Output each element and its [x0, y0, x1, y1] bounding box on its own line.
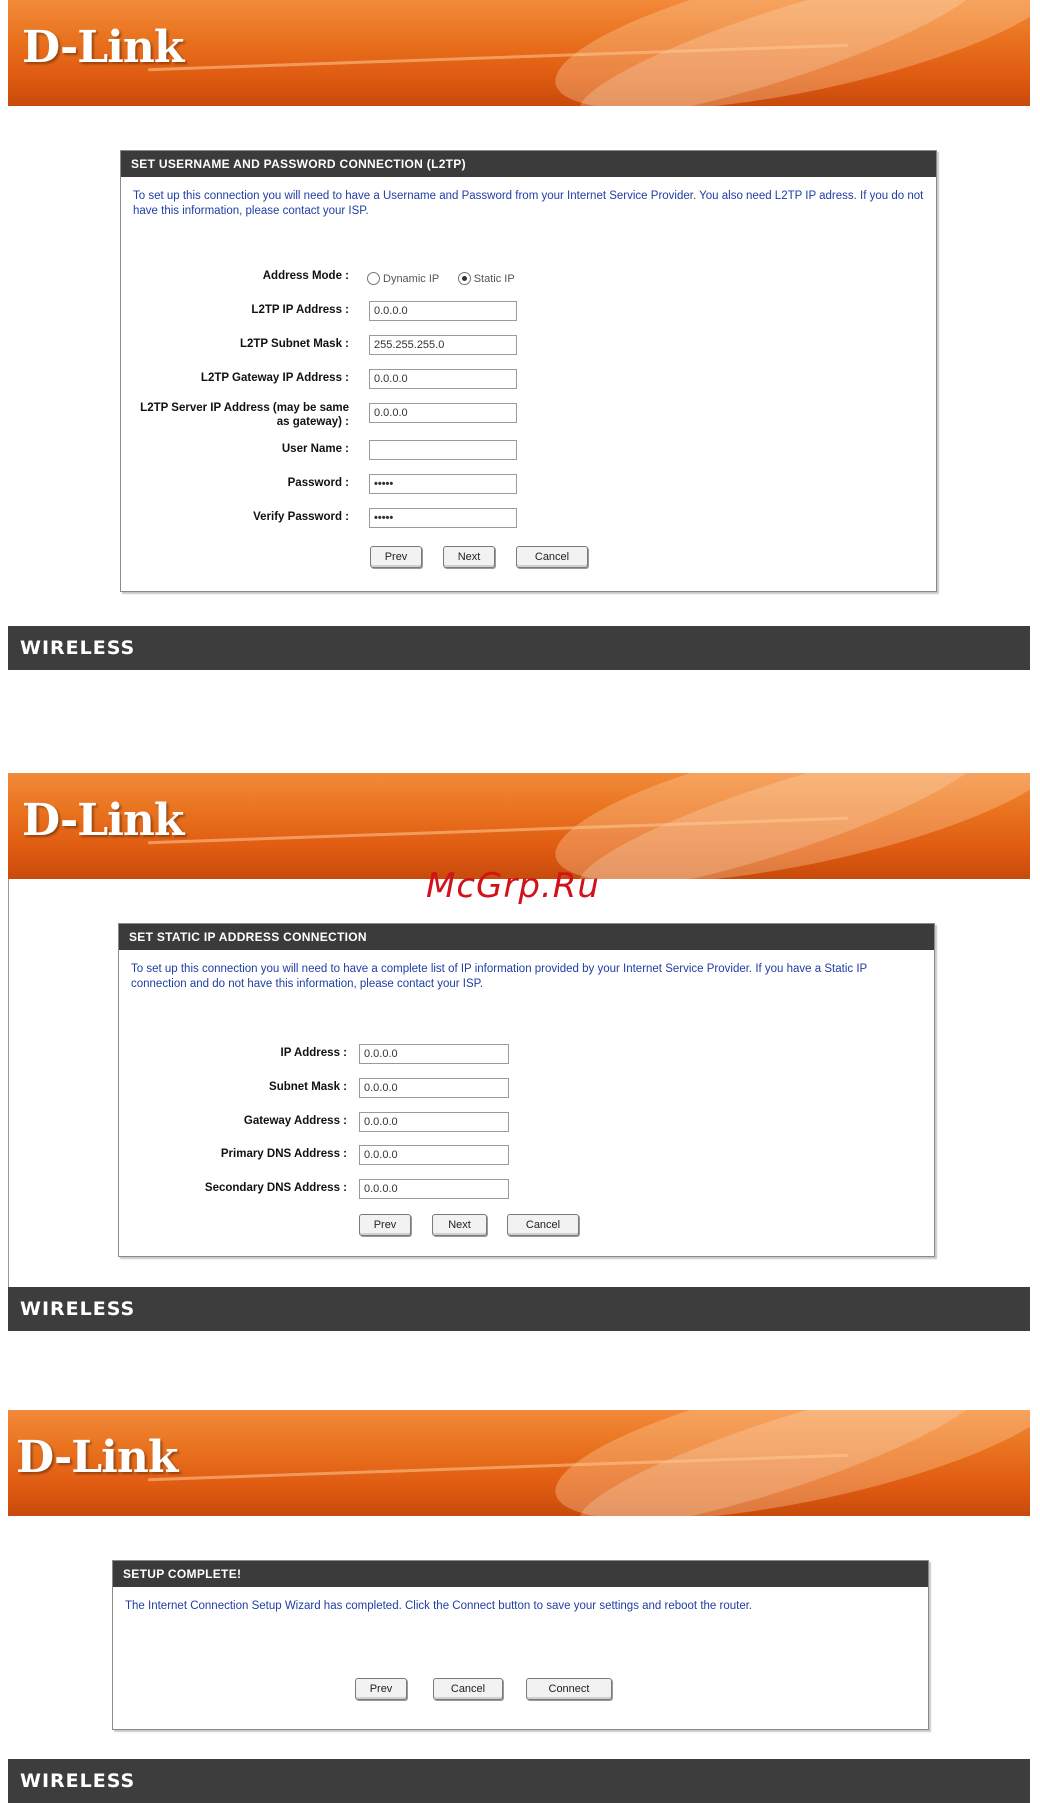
prev-button[interactable]: Prev	[355, 1678, 407, 1700]
verify-password-input[interactable]	[369, 508, 517, 528]
panel-description: To set up this connection you will need …	[131, 963, 867, 990]
watermark: McGrp.Ru	[426, 866, 600, 906]
prev-button[interactable]: Prev	[370, 546, 422, 568]
dlink-logo: D-Link	[22, 22, 184, 73]
l2tp-gateway-label: L2TP Gateway IP Address :	[200, 372, 349, 384]
footer-label: WIRELESS	[20, 637, 136, 659]
cancel-button[interactable]: Cancel	[507, 1214, 579, 1236]
l2tp-screen: D-Link SET USERNAME AND PASSWORD CONNECT…	[8, 0, 1030, 672]
dlink-banner: D-Link	[8, 773, 1030, 879]
dynamic-ip-radio[interactable]	[367, 272, 380, 286]
prev-button[interactable]: Prev	[359, 1214, 411, 1236]
footer-label: WIRELESS	[20, 1298, 136, 1320]
l2tp-subnet-label: L2TP Subnet Mask :	[239, 338, 349, 350]
gateway-address-input[interactable]	[359, 1112, 509, 1132]
panel-title: SET USERNAME AND PASSWORD CONNECTION (L2…	[121, 151, 936, 177]
static-ip-radio[interactable]	[457, 272, 471, 286]
dlink-banner: D-Link	[8, 1410, 1030, 1516]
l2tp-gateway-input[interactable]	[369, 369, 517, 389]
static-ip-label: Static IP	[473, 272, 515, 285]
next-button[interactable]: Next	[432, 1214, 487, 1236]
l2tp-server-input[interactable]	[369, 403, 517, 423]
panel-description: To set up this connection you will need …	[133, 190, 924, 217]
dlink-logo: D-Link	[22, 795, 184, 846]
setup-complete-screen: D-Link SETUP COMPLETE! The Internet Conn…	[8, 1410, 1030, 1803]
setup-complete-panel: SETUP COMPLETE! The Internet Connection …	[112, 1560, 929, 1730]
ip-address-label: IP Address :	[280, 1047, 347, 1059]
static-ip-screen: D-Link SET STATIC IP ADDRESS CONNECTION …	[8, 773, 1030, 1331]
dynamic-ip-label: Dynamic IP	[383, 272, 440, 285]
address-mode-row: Address Mode : Dynamic IP Static IP	[121, 270, 921, 294]
l2tp-server-label: L2TP Server IP Address (may be same as g…	[140, 402, 349, 428]
username-input[interactable]	[369, 440, 517, 460]
cancel-button[interactable]: Cancel	[516, 546, 588, 568]
panel-title: SET STATIC IP ADDRESS CONNECTION	[119, 924, 934, 950]
subnet-mask-input[interactable]	[359, 1078, 509, 1098]
l2tp-ip-label: L2TP IP Address :	[251, 304, 349, 316]
primary-dns-input[interactable]	[359, 1145, 509, 1165]
dlink-banner: D-Link	[8, 0, 1030, 106]
wireless-footer: WIRELESS	[8, 1759, 1030, 1803]
address-mode-label: Address Mode :	[262, 270, 349, 282]
footer-label: WIRELESS	[20, 1770, 136, 1792]
next-button[interactable]: Next	[443, 546, 495, 568]
dlink-logo: D-Link	[16, 1432, 178, 1483]
l2tp-subnet-input[interactable]	[369, 335, 517, 355]
password-input[interactable]	[369, 474, 517, 494]
wireless-footer: WIRELESS	[8, 1287, 1030, 1331]
panel-left-border	[8, 879, 9, 1287]
gateway-address-label: Gateway Address :	[243, 1115, 347, 1127]
secondary-dns-label: Secondary DNS Address :	[204, 1182, 347, 1194]
l2tp-panel: SET USERNAME AND PASSWORD CONNECTION (L2…	[120, 150, 937, 592]
primary-dns-label: Primary DNS Address :	[220, 1148, 347, 1160]
password-label: Password :	[287, 477, 349, 489]
subnet-mask-label: Subnet Mask :	[269, 1081, 347, 1093]
wireless-footer: WIRELESS	[8, 626, 1030, 670]
verify-password-label: Verify Password :	[253, 511, 349, 523]
cancel-button[interactable]: Cancel	[433, 1678, 503, 1700]
panel-description: The Internet Connection Setup Wizard has…	[125, 1600, 753, 1612]
username-label: User Name :	[281, 443, 349, 455]
l2tp-ip-input[interactable]	[369, 301, 517, 321]
connect-button[interactable]: Connect	[526, 1678, 612, 1700]
panel-title: SETUP COMPLETE!	[113, 1561, 928, 1587]
ip-address-input[interactable]	[359, 1044, 509, 1064]
static-ip-panel: SET STATIC IP ADDRESS CONNECTION To set …	[118, 923, 935, 1257]
secondary-dns-input[interactable]	[359, 1179, 509, 1199]
